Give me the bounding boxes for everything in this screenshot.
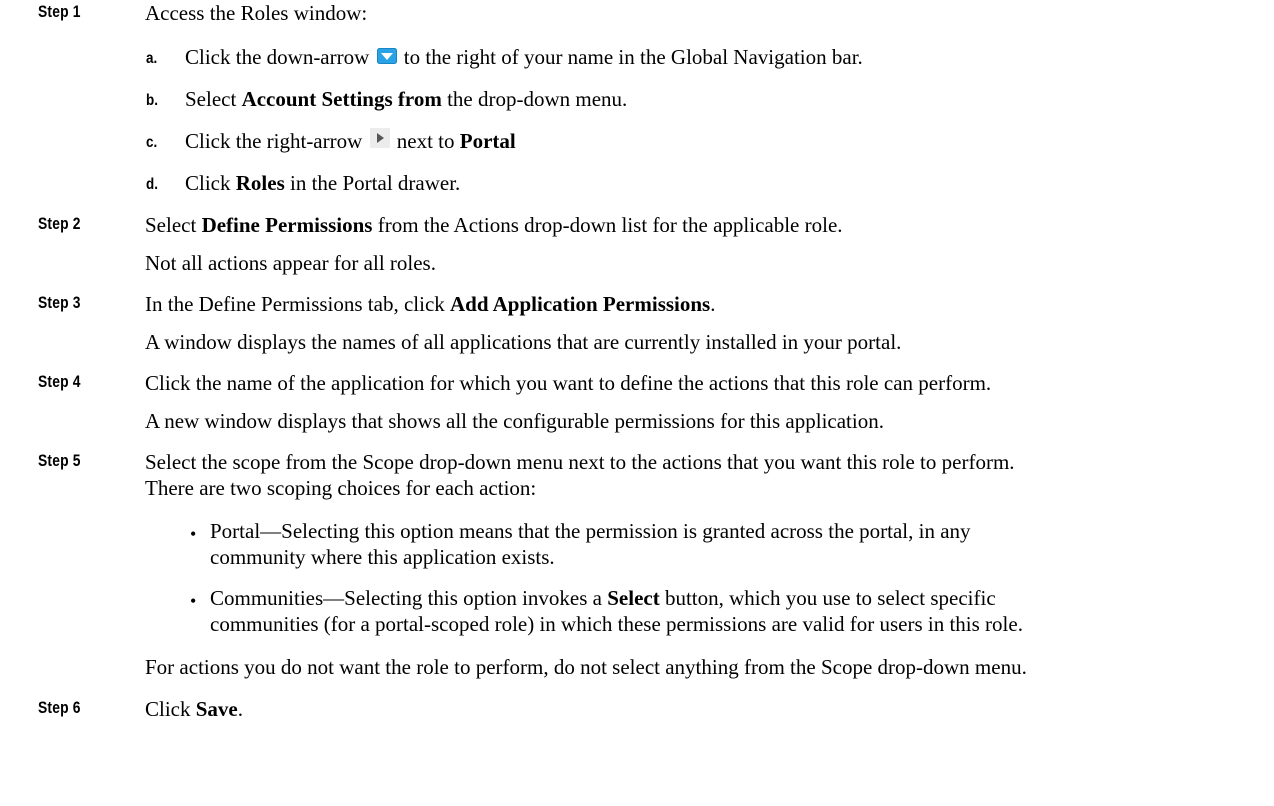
substep-b-pre: Select [185, 87, 242, 111]
step-2-pre: Select [145, 213, 202, 237]
substep-d-text: Click Roles in the Portal drawer. [185, 170, 460, 196]
step-2-bold: Define Permissions [201, 213, 373, 237]
step-3-bold: Add Application Permissions [450, 292, 711, 316]
step-4-text: Click the name of the application for wh… [145, 371, 992, 395]
substep-a-post: to the right of your name in the Global … [398, 45, 863, 69]
substep-b-bold: Account Settings from [241, 87, 442, 111]
step-2-text: Select Define Permissions from the Actio… [145, 212, 843, 238]
substep-b-post: the drop-down menu. [441, 87, 628, 111]
bullet-2-marker: • [190, 591, 197, 611]
substep-a-pre: Click the down-arrow [185, 45, 375, 69]
step-2-label: Step 2 [38, 215, 81, 233]
document-page: Step 1 Access the Roles window: a. Click… [0, 0, 1274, 806]
step-5-text-2: There are two scoping choices for each a… [145, 476, 537, 500]
step-4-note: A new window displays that shows all the… [145, 409, 884, 433]
step-4-label: Step 4 [38, 373, 81, 391]
down-arrow-icon [376, 44, 397, 70]
substep-a-text: Click the down-arrow to the right of you… [185, 44, 863, 72]
bullet-2-line-1: Communities—Selecting this option invoke… [210, 585, 996, 611]
substep-a-letter: a. [146, 50, 158, 67]
substep-d-bold: Roles [235, 171, 285, 195]
substep-d-pre: Click [185, 171, 236, 195]
bullet-1-marker: • [190, 524, 197, 544]
step-5-label: Step 5 [38, 452, 81, 470]
step-3-note: A window displays the names of all appli… [145, 330, 902, 354]
substep-b-text: Select Account Settings from the drop-do… [185, 86, 627, 112]
substep-c-bold: Portal [459, 129, 516, 153]
substep-d-letter: d. [146, 176, 158, 193]
substep-c-post: next to [391, 129, 460, 153]
step-6-pre: Click [145, 697, 196, 721]
step-1-text: Access the Roles window: [145, 1, 368, 25]
substep-d-post: in the Portal drawer. [284, 171, 461, 195]
step-1-label: Step 1 [38, 3, 81, 21]
bullet-2-pre: Communities—Selecting this option invoke… [210, 586, 608, 610]
step-5-text: Select the scope from the Scope drop-dow… [145, 450, 1015, 474]
substep-c-letter: c. [146, 134, 158, 151]
step-3-text: In the Define Permissions tab, click Add… [145, 291, 715, 317]
bullet-2-line-2: communities (for a portal-scoped role) i… [210, 612, 1023, 636]
step-2-note: Not all actions appear for all roles. [145, 251, 436, 275]
bullet-2-post: button, which you use to select specific [659, 586, 996, 610]
step-6-post: . [237, 697, 243, 721]
step-3-pre: In the Define Permissions tab, click [145, 292, 451, 316]
right-arrow-icon [369, 128, 390, 154]
substep-c-text: Click the right-arrow next to Portal [185, 128, 516, 156]
step-2-post: from the Actions drop-down list for the … [372, 213, 843, 237]
substep-c-pre: Click the right-arrow [185, 129, 368, 153]
step-5-note: For actions you do not want the role to … [145, 655, 1027, 679]
bullet-1-line-1: Portal—Selecting this option means that … [210, 519, 971, 543]
step-6-text: Click Save. [145, 696, 243, 722]
substep-b-letter: b. [146, 92, 158, 109]
step-3-label: Step 3 [38, 294, 81, 312]
step-3-post: . [710, 292, 716, 316]
step-6-label: Step 6 [38, 699, 81, 717]
bullet-1-line-2: community where this application exists. [210, 545, 555, 569]
step-6-bold: Save [195, 697, 238, 721]
bullet-2-bold: Select [607, 586, 660, 610]
